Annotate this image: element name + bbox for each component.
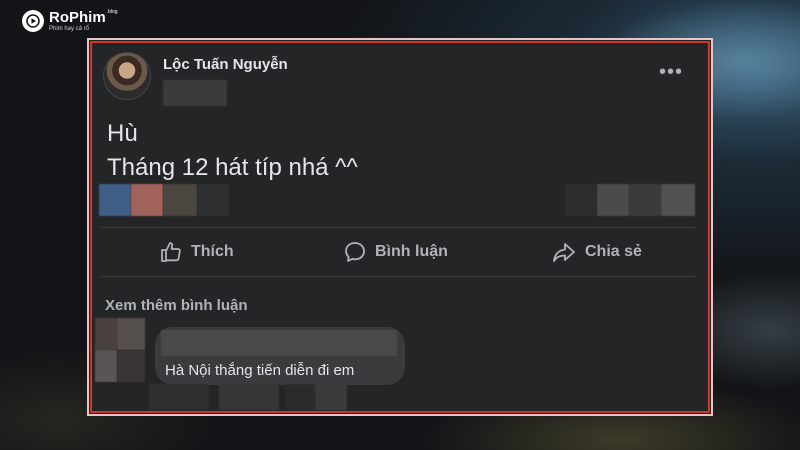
author-avatar[interactable] xyxy=(103,52,151,100)
like-button[interactable]: Thích xyxy=(159,240,234,264)
post-author-name[interactable]: Lộc Tuấn Nguyễn xyxy=(163,56,288,73)
comment-button[interactable]: Bình luận xyxy=(343,240,448,264)
brand-suffix: .blog xyxy=(106,9,118,15)
comment-label: Bình luận xyxy=(375,243,448,260)
rophim-logo[interactable]: RoPhim.blog Phim hay cả rổ xyxy=(22,10,118,32)
post-text-line-1: Hù xyxy=(107,120,138,147)
share-arrow-icon xyxy=(553,243,575,262)
comment-text: Hà Nội thắng tiến diễn đi em xyxy=(165,362,355,379)
post-text-line-2: Tháng 12 hát típ nhá ^^ xyxy=(107,154,358,181)
play-icon xyxy=(22,10,44,32)
share-button[interactable]: Chia sẻ xyxy=(551,240,642,264)
brand-name: RoPhim xyxy=(49,9,106,26)
share-label: Chia sẻ xyxy=(585,243,642,260)
see-more-comments-link[interactable]: Xem thêm bình luận xyxy=(105,297,248,314)
divider-bottom xyxy=(101,276,695,277)
redacted-timestamp xyxy=(163,80,227,106)
facebook-post-card: Lộc Tuấn Nguyễn ••• Hù Tháng 12 hát típ … xyxy=(87,38,713,416)
like-label: Thích xyxy=(191,243,234,260)
more-options-icon[interactable]: ••• xyxy=(659,62,683,82)
comment-bubble-icon xyxy=(345,242,365,262)
brand-tagline: Phim hay cả rổ xyxy=(49,26,90,32)
thumbs-up-icon xyxy=(161,242,181,262)
redacted-commenter-name xyxy=(161,330,397,356)
divider-top xyxy=(101,227,695,228)
